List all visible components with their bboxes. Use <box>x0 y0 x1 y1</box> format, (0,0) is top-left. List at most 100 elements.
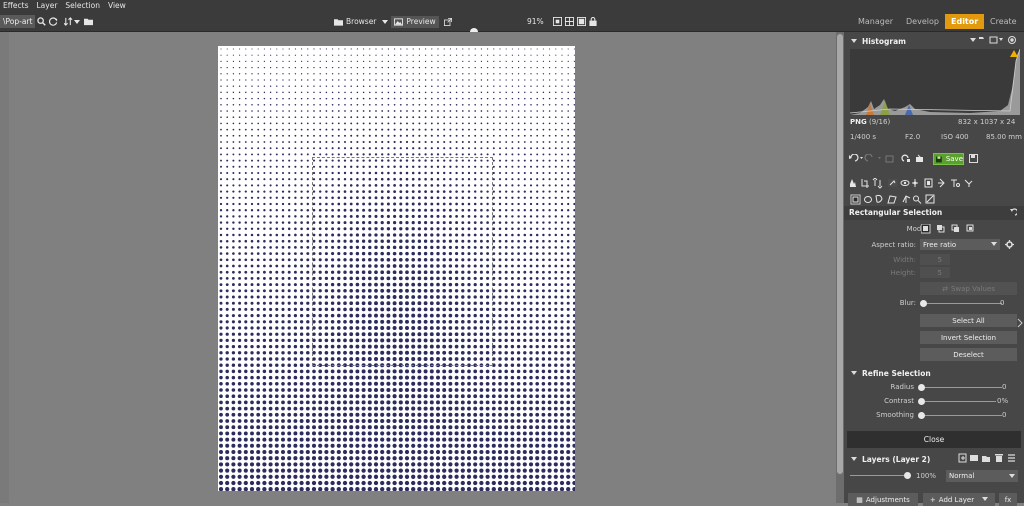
collapse-icon[interactable] <box>851 371 857 375</box>
image-dimensions: 832 x 1037 x 24 <box>958 118 1016 126</box>
view-switcher: Browser Preview <box>334 14 452 29</box>
path-area: \Pop-art <box>0 14 94 29</box>
add-layer-label: Add Layer <box>938 495 975 504</box>
tab-editor[interactable]: Editor <box>945 14 985 29</box>
selection-rectangle[interactable] <box>312 157 493 366</box>
swap-values-label: Swap Values <box>950 284 995 293</box>
image-icon <box>394 17 404 26</box>
width-field[interactable]: 5 <box>920 254 950 265</box>
deselect-button[interactable]: Deselect <box>920 348 1017 361</box>
blur-slider-knob[interactable] <box>920 300 927 307</box>
chevron-down-icon <box>982 497 989 501</box>
preview-label: Preview <box>406 17 436 26</box>
search-icon[interactable] <box>37 17 47 26</box>
close-button[interactable]: Close <box>847 431 1021 448</box>
refine-selection-title: Refine Selection <box>862 368 931 378</box>
tab-manager[interactable]: Manager <box>852 14 899 29</box>
reset-icon[interactable] <box>1008 208 1017 217</box>
tool-icons[interactable] <box>848 177 1020 208</box>
fullscreen-icon[interactable] <box>576 17 586 26</box>
blur-label: Blur: <box>899 299 916 307</box>
tab-develop[interactable]: Develop <box>900 14 945 29</box>
zoom-value: 91% <box>527 17 544 26</box>
opacity-slider-knob[interactable] <box>904 472 911 479</box>
browser-button[interactable]: Browser <box>346 17 376 26</box>
adjustments-button[interactable]: ▦ Adjustments <box>848 493 918 506</box>
contrast-value: 0% <box>997 397 1009 405</box>
save-icon <box>936 156 942 162</box>
blend-mode-value: Normal <box>949 472 975 480</box>
chevron-down-icon[interactable] <box>382 19 389 25</box>
file-index: (9/16) <box>869 118 891 126</box>
tools-palette <box>848 177 1020 208</box>
menu-layer[interactable]: Layer <box>37 1 58 10</box>
save-label: Save <box>945 155 963 163</box>
contrast-slider-track[interactable] <box>922 401 996 402</box>
histogram-chart <box>849 48 1021 115</box>
tab-create[interactable]: Create <box>984 14 1023 29</box>
height-field[interactable]: 5 <box>920 267 950 278</box>
mode-buttons[interactable] <box>921 224 977 234</box>
menu-effects[interactable]: Effects <box>3 1 29 10</box>
opacity-slider-track[interactable] <box>850 475 908 476</box>
contrast-slider-knob[interactable] <box>918 398 925 405</box>
panel-expand-icon[interactable] <box>1017 318 1023 328</box>
grid-icon[interactable] <box>564 17 574 26</box>
width-label: Width: <box>893 256 916 264</box>
radius-slider-track[interactable] <box>922 387 1002 388</box>
gear-icon[interactable] <box>1005 240 1014 249</box>
height-label: Height: <box>890 269 917 277</box>
save-as-icon[interactable] <box>969 154 979 164</box>
add-layer-button[interactable]: + Add Layer <box>923 493 995 506</box>
layers-title: Layers (Layer 2) <box>862 454 931 464</box>
blur-value: 0 <box>1000 299 1005 307</box>
menu-view[interactable]: View <box>108 1 126 10</box>
aspect-ratio-dropdown[interactable]: Free ratio <box>920 239 1000 250</box>
left-panel-strip[interactable] <box>0 32 9 503</box>
zoom-area: 91% <box>527 14 597 29</box>
sort-icon[interactable] <box>64 17 73 26</box>
smoothing-value: 0 <box>1002 411 1007 419</box>
refine-selection-header[interactable]: Refine Selection <box>844 366 1024 380</box>
fx-button[interactable]: fx <box>999 493 1017 506</box>
shutter-speed: 1/400 s <box>850 133 877 141</box>
contrast-label: Contrast <box>884 397 914 405</box>
focal-length: 85.00 mm <box>986 133 1022 141</box>
smoothing-slider-track[interactable] <box>922 415 1002 416</box>
path-field[interactable]: \Pop-art <box>0 15 36 28</box>
menu-selection[interactable]: Selection <box>65 1 100 10</box>
adjustments-label: Adjustments <box>865 495 910 504</box>
collapse-icon[interactable] <box>851 39 857 43</box>
select-all-button[interactable]: Select All <box>920 314 1017 327</box>
lock-icon[interactable] <box>589 17 597 26</box>
swap-values-button[interactable]: ⇄ Swap Values <box>920 282 1017 295</box>
histogram-tools[interactable] <box>970 36 1020 45</box>
smoothing-slider-knob[interactable] <box>918 412 925 419</box>
blur-slider-track[interactable] <box>924 303 1002 304</box>
save-button[interactable]: Save <box>933 153 964 165</box>
chevron-down-icon <box>1009 473 1015 478</box>
histogram-title: Histogram <box>862 36 906 46</box>
history-controls[interactable] <box>848 154 936 164</box>
refresh-icon[interactable] <box>49 17 58 26</box>
fit-icon[interactable] <box>552 17 562 26</box>
opacity-value: 100% <box>916 472 937 480</box>
blend-mode-dropdown[interactable]: Normal <box>946 470 1018 482</box>
folder-add-icon[interactable] <box>84 17 94 26</box>
layer-tools[interactable] <box>958 453 1022 463</box>
aspect-ratio-label: Aspect ratio: <box>871 241 916 249</box>
radius-slider-knob[interactable] <box>918 384 925 391</box>
collapse-icon[interactable] <box>851 457 857 461</box>
external-window-icon[interactable] <box>443 17 452 26</box>
preview-button[interactable]: Preview <box>391 15 439 28</box>
browser-icon <box>334 18 343 26</box>
scrollbar-thumb[interactable] <box>837 34 843 474</box>
plus-icon: + <box>929 495 936 504</box>
radius-value: 0 <box>1002 383 1007 391</box>
chevron-down-icon[interactable] <box>74 19 81 25</box>
invert-selection-button[interactable]: Invert Selection <box>920 331 1017 344</box>
swap-icon: ⇄ <box>942 284 948 293</box>
aspect-ratio-value: Free ratio <box>923 240 957 249</box>
rect-selection-title: Rectangular Selection <box>849 208 943 217</box>
radius-label: Radius <box>890 383 914 391</box>
